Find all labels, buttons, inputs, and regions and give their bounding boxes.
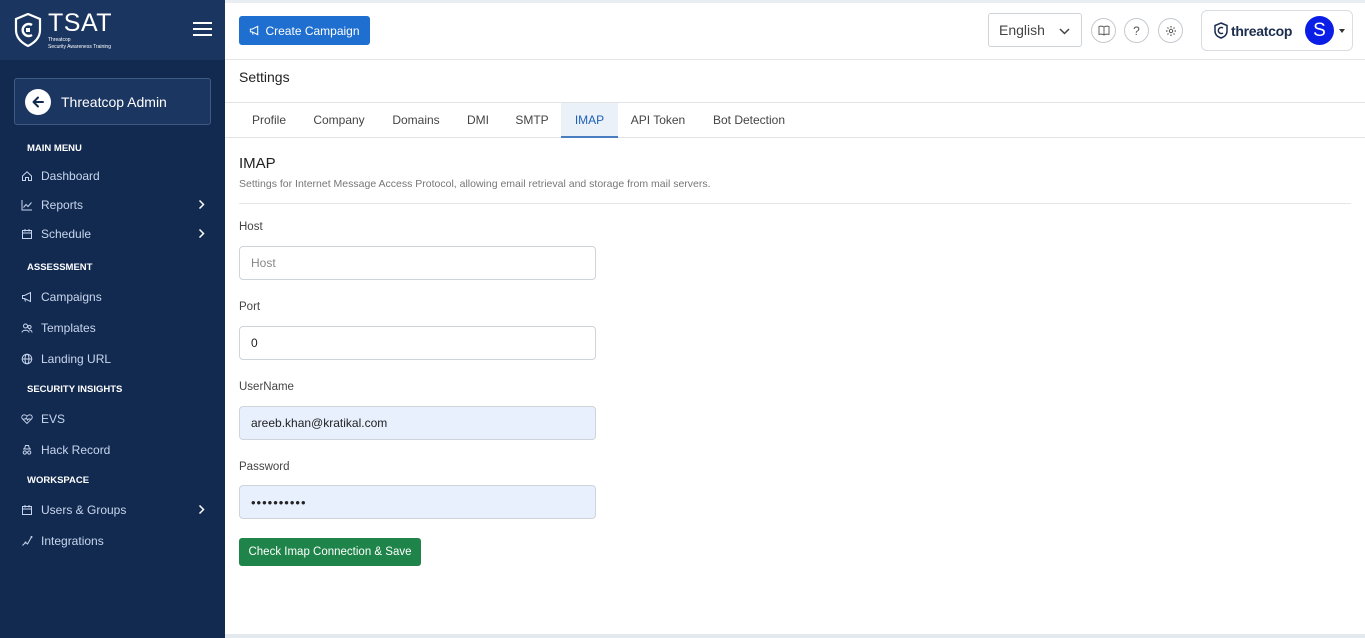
calendar-icon bbox=[20, 503, 34, 517]
admin-switch-button[interactable]: Threatcop Admin bbox=[14, 78, 211, 125]
section-security-insights: SECURITY INSIGHTS bbox=[27, 384, 123, 395]
integration-icon bbox=[20, 534, 34, 548]
tab-company[interactable]: Company bbox=[305, 103, 373, 138]
sidebar-item-label: Users & Groups bbox=[41, 502, 127, 517]
megaphone-icon bbox=[250, 25, 259, 36]
sidebar-item-label: Landing URL bbox=[41, 351, 112, 366]
tab-bot-detection[interactable]: Bot Detection bbox=[703, 103, 795, 138]
help-icon: ? bbox=[1133, 23, 1140, 38]
sidebar-header: TSAT Threatcop Security Awareness Traini… bbox=[0, 0, 225, 60]
settings-tabs: Profile Company Domains DMI SMTP IMAP AP… bbox=[225, 102, 1365, 138]
heart-pulse-icon bbox=[20, 412, 34, 426]
hamburger-menu-icon[interactable] bbox=[193, 22, 212, 36]
shield-logo-icon bbox=[14, 13, 42, 47]
host-input[interactable] bbox=[239, 246, 596, 280]
sidebar-item-label: EVS bbox=[41, 411, 66, 426]
password-label: Password bbox=[239, 461, 290, 473]
sidebar-item-hack-record[interactable]: Hack Record bbox=[0, 434, 225, 465]
sidebar-item-dashboard[interactable]: Dashboard bbox=[0, 161, 225, 190]
arrow-left-icon bbox=[25, 88, 51, 115]
brand-name: threatcop bbox=[1231, 22, 1293, 39]
home-icon bbox=[20, 169, 34, 183]
username-input[interactable] bbox=[239, 406, 596, 440]
check-connection-save-button[interactable]: Check Imap Connection & Save bbox=[239, 538, 421, 566]
username-label: UserName bbox=[239, 381, 294, 393]
sidebar: TSAT Threatcop Security Awareness Traini… bbox=[0, 0, 225, 638]
settings-button[interactable] bbox=[1158, 18, 1183, 43]
threatcop-logo-icon bbox=[1214, 22, 1228, 39]
tab-profile[interactable]: Profile bbox=[239, 103, 299, 138]
sidebar-item-label: Integrations bbox=[41, 533, 104, 548]
sidebar-item-users-groups[interactable]: Users & Groups bbox=[0, 494, 225, 525]
sidebar-item-landing-url[interactable]: Landing URL bbox=[0, 343, 225, 374]
sidebar-item-templates[interactable]: Templates bbox=[0, 312, 225, 343]
brand-subtitle-1: Threatcop bbox=[48, 36, 71, 43]
sidebar-menu: MAIN MENU Dashboard Reports Schedule ASS… bbox=[0, 136, 225, 556]
tab-api-token[interactable]: API Token bbox=[625, 103, 691, 138]
globe-icon bbox=[20, 352, 34, 366]
section-main-menu: MAIN MENU bbox=[27, 143, 82, 154]
brand-subtitle-2: Security Awareness Training bbox=[48, 43, 111, 50]
section-workspace: WORKSPACE bbox=[27, 475, 90, 486]
chevron-right-icon bbox=[198, 199, 205, 210]
sidebar-item-campaigns[interactable]: Campaigns bbox=[0, 281, 225, 312]
top-bar: Create Campaign English ? threatcop S bbox=[225, 0, 1365, 60]
port-input[interactable] bbox=[239, 326, 596, 360]
calendar-icon bbox=[20, 227, 34, 241]
sidebar-item-label: Templates bbox=[41, 320, 96, 335]
profile-menu[interactable]: threatcop S bbox=[1201, 10, 1353, 51]
section-title: IMAP bbox=[239, 155, 276, 172]
sidebar-item-label: Hack Record bbox=[41, 442, 111, 457]
create-campaign-button[interactable]: Create Campaign bbox=[239, 16, 370, 45]
bottom-border bbox=[225, 634, 1365, 638]
sidebar-item-integrations[interactable]: Integrations bbox=[0, 525, 225, 556]
tsat-logo: TSAT Threatcop Security Awareness Traini… bbox=[14, 8, 113, 50]
chart-line-icon bbox=[20, 198, 34, 212]
sidebar-item-label: Dashboard bbox=[41, 168, 100, 183]
tab-domains[interactable]: Domains bbox=[383, 103, 449, 138]
divider bbox=[239, 203, 1351, 204]
sidebar-item-schedule[interactable]: Schedule bbox=[0, 219, 225, 248]
sidebar-item-label: Schedule bbox=[41, 226, 92, 241]
host-label: Host bbox=[239, 221, 263, 233]
users-icon bbox=[20, 321, 34, 335]
create-campaign-label: Create Campaign bbox=[265, 23, 360, 38]
sidebar-item-label: Campaigns bbox=[41, 289, 102, 304]
password-input[interactable] bbox=[239, 485, 596, 519]
gear-icon bbox=[1165, 25, 1176, 36]
tab-smtp[interactable]: SMTP bbox=[508, 103, 556, 138]
brand-title: TSAT bbox=[48, 8, 113, 37]
section-description: Settings for Internet Message Access Pro… bbox=[239, 178, 711, 190]
megaphone-icon bbox=[20, 290, 34, 304]
book-icon bbox=[1098, 25, 1109, 36]
spy-icon bbox=[20, 443, 34, 457]
sidebar-item-label: Reports bbox=[41, 197, 84, 212]
book-button[interactable] bbox=[1091, 18, 1116, 43]
sidebar-item-reports[interactable]: Reports bbox=[0, 190, 225, 219]
caret-down-icon bbox=[1339, 29, 1345, 33]
avatar: S bbox=[1305, 16, 1334, 45]
language-select[interactable]: English bbox=[988, 13, 1082, 47]
admin-label: Threatcop Admin bbox=[61, 93, 167, 110]
chevron-right-icon bbox=[198, 228, 205, 239]
chevron-down-icon bbox=[1059, 28, 1070, 35]
language-value: English bbox=[999, 22, 1045, 38]
section-assessment: ASSESSMENT bbox=[27, 262, 93, 273]
sidebar-item-evs[interactable]: EVS bbox=[0, 403, 225, 434]
tab-imap[interactable]: IMAP bbox=[561, 103, 618, 138]
tab-dmi[interactable]: DMI bbox=[459, 103, 497, 138]
page-title: Settings bbox=[239, 69, 290, 85]
help-button[interactable]: ? bbox=[1124, 18, 1149, 43]
port-label: Port bbox=[239, 301, 261, 313]
chevron-right-icon bbox=[198, 504, 205, 515]
